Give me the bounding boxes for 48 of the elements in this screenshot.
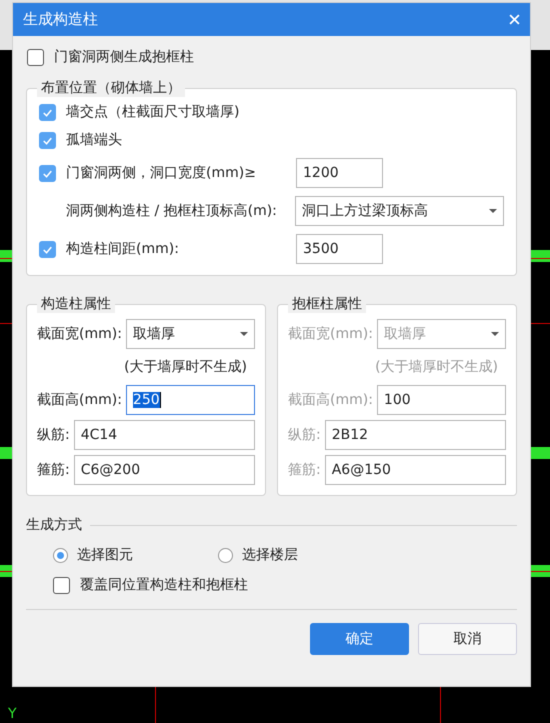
field-label: 洞两侧构造柱 / 抱框柱顶标高(m): bbox=[66, 202, 277, 220]
field-label: 截面高(mm): bbox=[37, 391, 122, 409]
field-label: 箍筋: bbox=[288, 461, 321, 479]
grid-axis-line bbox=[440, 686, 441, 723]
checkbox-label: 门窗洞两侧生成抱框柱 bbox=[54, 48, 194, 66]
checkbox-label: 门窗洞两侧，洞口宽度(mm)≥ bbox=[66, 164, 256, 182]
input-field[interactable]: 3500 bbox=[296, 234, 383, 264]
dropdown[interactable]: 取墙厚 bbox=[126, 319, 255, 349]
field-label: 纵筋: bbox=[288, 426, 321, 444]
hint-text: (大于墙厚时不生成) bbox=[123, 358, 248, 377]
close-icon[interactable] bbox=[509, 14, 520, 25]
radio-label: 选择图元 bbox=[77, 546, 133, 564]
checkbox[interactable] bbox=[53, 576, 70, 594]
field-label: 截面宽(mm): bbox=[37, 325, 122, 343]
dropdown-arrow-icon bbox=[491, 332, 499, 336]
section-title: 生成方式 bbox=[26, 516, 82, 534]
ok-button[interactable]: 确定 bbox=[310, 623, 409, 655]
radio-button[interactable] bbox=[53, 548, 68, 562]
checkbox[interactable] bbox=[39, 164, 56, 182]
checkbox-label: 构造柱间距(mm): bbox=[66, 240, 179, 258]
cancel-button[interactable]: 取消 bbox=[418, 623, 517, 655]
checkbox[interactable] bbox=[39, 240, 56, 258]
radio-button[interactable] bbox=[218, 548, 233, 562]
group-title: 抱框柱属性 bbox=[288, 295, 366, 313]
input-field[interactable]: C6@200 bbox=[74, 455, 255, 485]
group-title: 构造柱属性 bbox=[37, 295, 115, 313]
input-field[interactable]: 1200 bbox=[296, 158, 383, 188]
checkbox[interactable] bbox=[39, 132, 56, 148]
grid-axis-line bbox=[155, 686, 156, 723]
field-label: 纵筋: bbox=[37, 426, 70, 444]
field-label: 箍筋: bbox=[37, 461, 70, 479]
window-title: 生成构造柱 bbox=[23, 10, 98, 29]
dropdown-arrow-icon bbox=[489, 209, 497, 213]
hint-text: (大于墙厚时不生成) bbox=[374, 358, 499, 377]
radio-label: 选择楼层 bbox=[242, 546, 298, 564]
input-field[interactable]: 4C14 bbox=[74, 420, 255, 450]
input-field[interactable]: 250 bbox=[126, 385, 255, 415]
checkbox-label: 孤墙端头 bbox=[66, 131, 122, 149]
field-label: 截面高(mm): bbox=[288, 391, 373, 409]
checkbox[interactable] bbox=[27, 48, 44, 66]
checkbox[interactable] bbox=[39, 104, 56, 120]
checkbox-label: 墙交点（柱截面尺寸取墙厚) bbox=[66, 103, 240, 121]
checkbox-label: 覆盖同位置构造柱和抱框柱 bbox=[80, 576, 248, 594]
group-title: 布置位置（砌体墙上） bbox=[37, 79, 185, 97]
dropdown[interactable]: 洞口上方过梁顶标高 bbox=[295, 196, 504, 226]
axis-label: Y bbox=[8, 706, 17, 723]
dropdown-arrow-icon bbox=[240, 332, 248, 336]
field-label: 截面宽(mm): bbox=[288, 325, 373, 343]
